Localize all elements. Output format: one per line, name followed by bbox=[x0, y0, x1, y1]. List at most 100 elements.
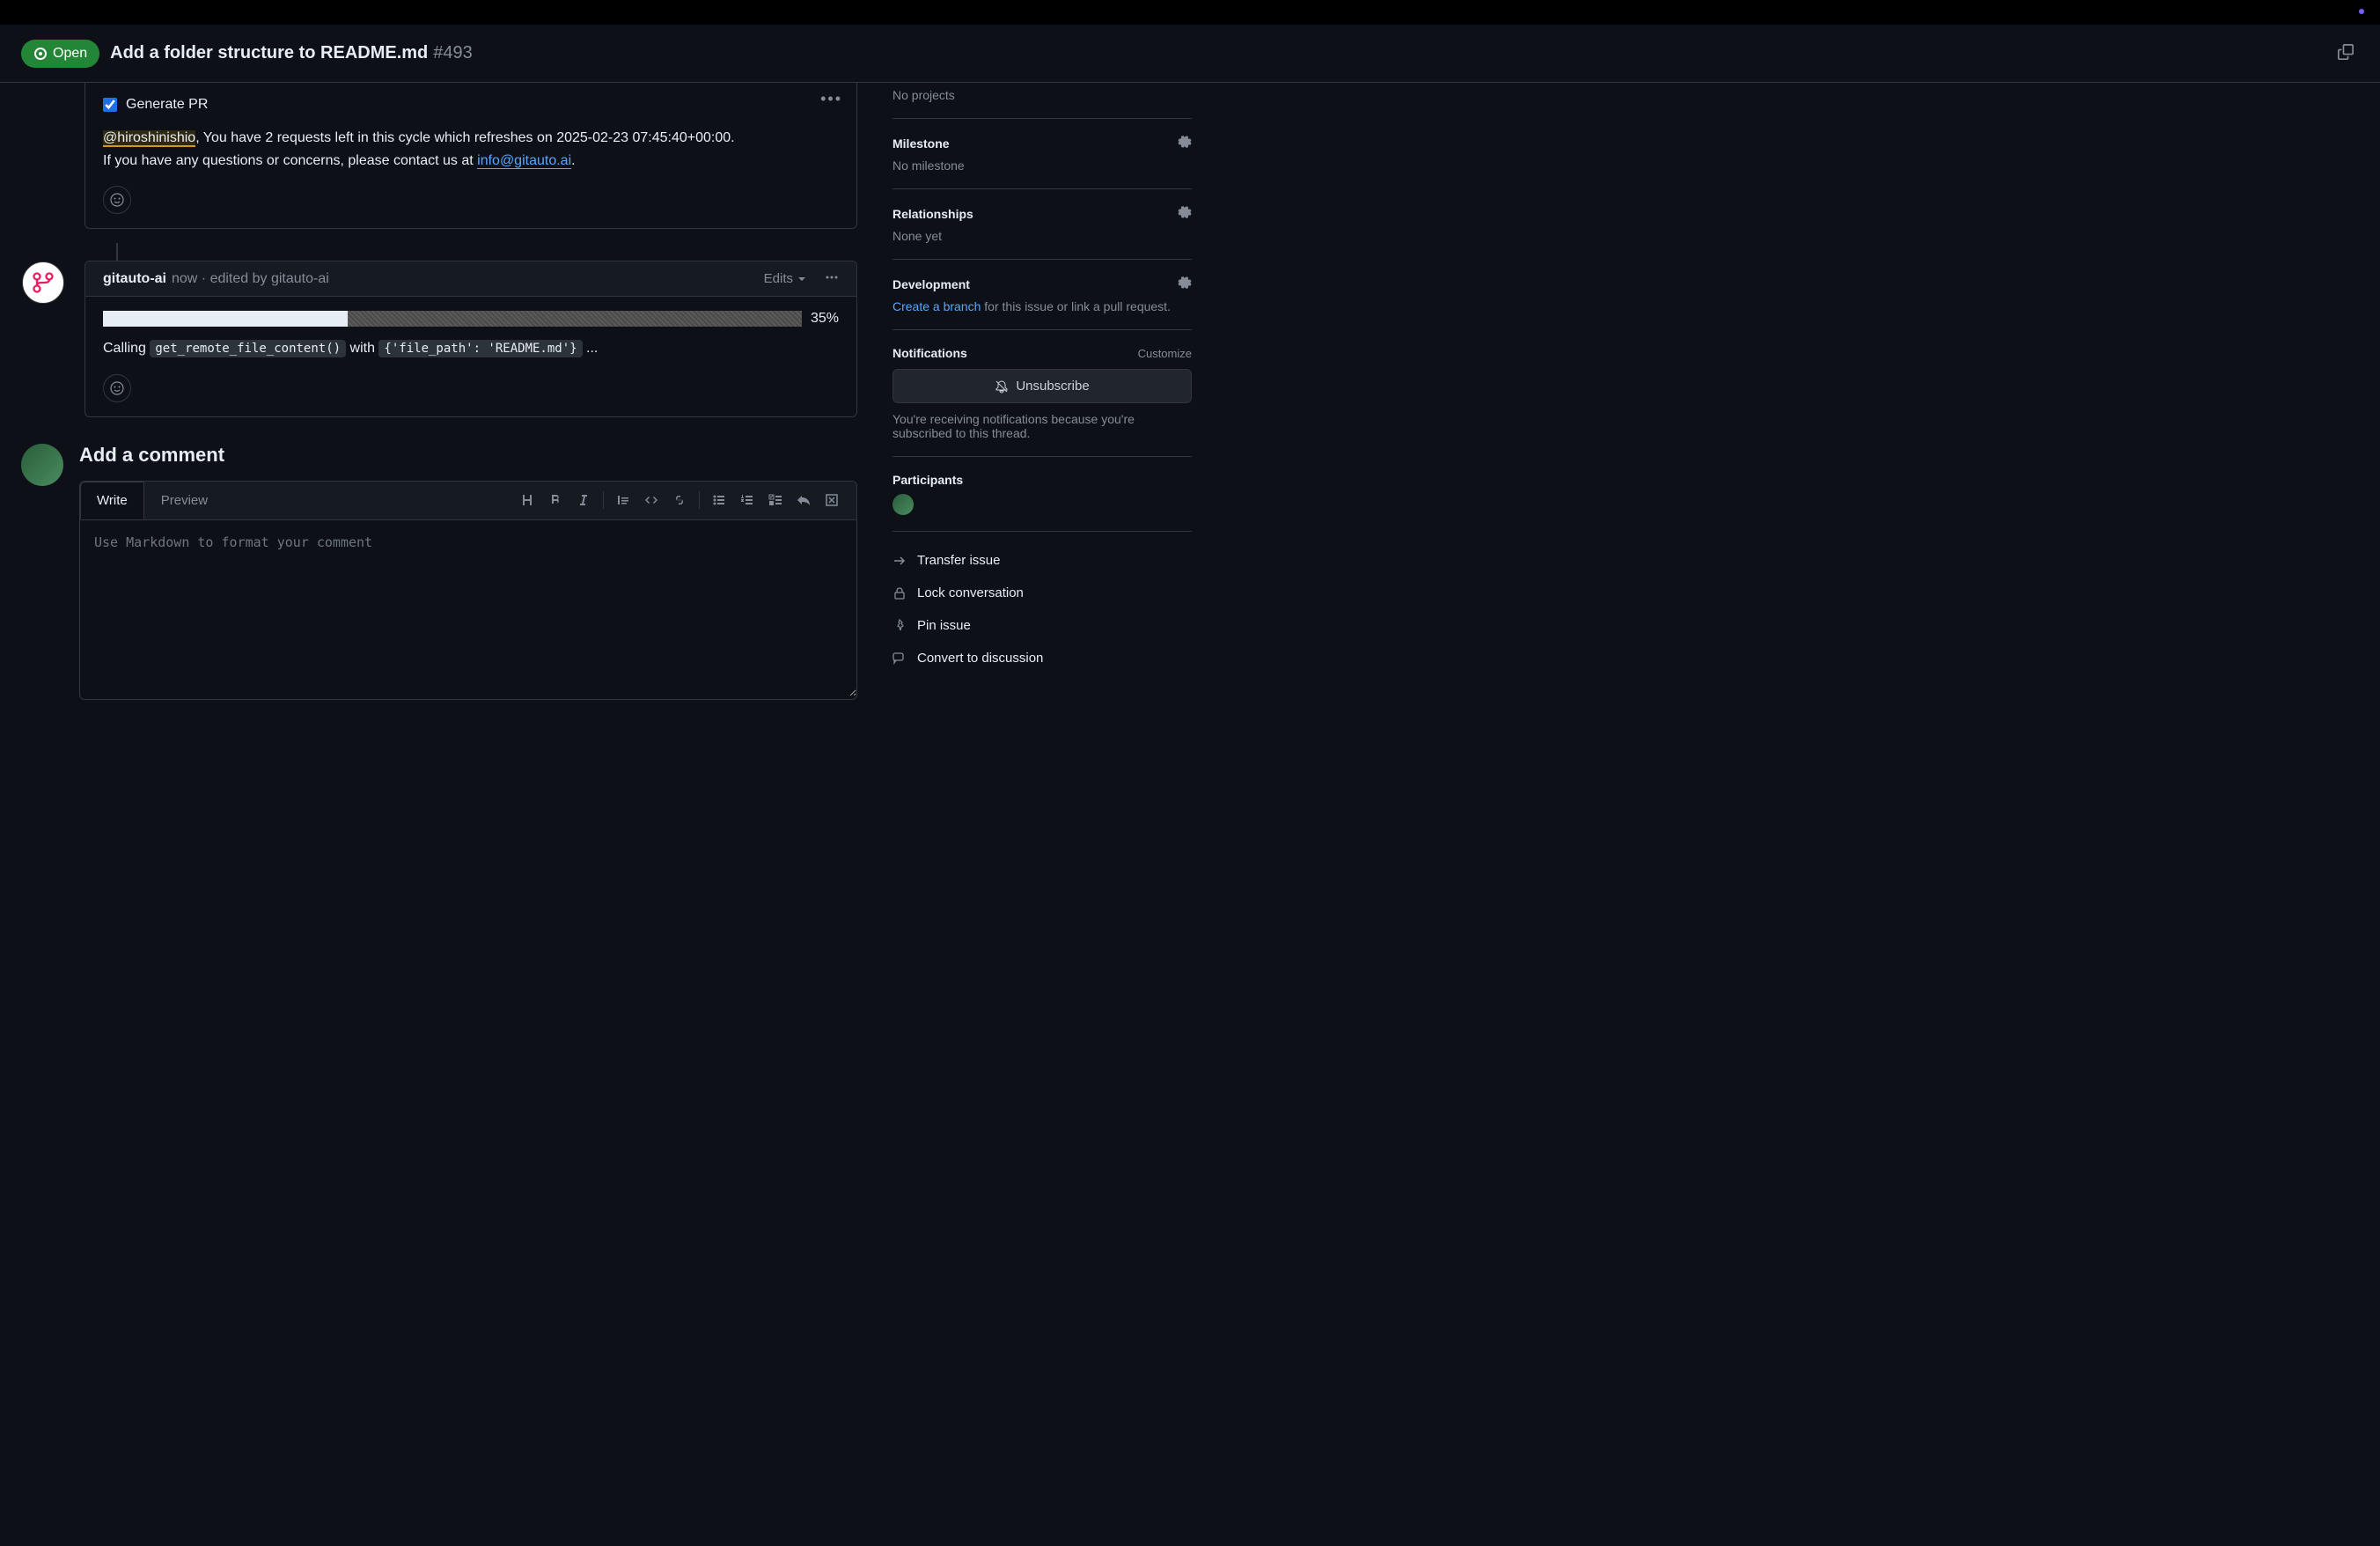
fullscreen-button[interactable] bbox=[818, 488, 846, 512]
pin-icon bbox=[892, 619, 907, 633]
comment-editor: Write Preview bbox=[79, 481, 857, 700]
fullscreen-icon bbox=[825, 493, 839, 507]
bold-button[interactable] bbox=[541, 488, 569, 512]
toolbar-divider bbox=[603, 491, 604, 509]
milestone-settings-button[interactable] bbox=[1178, 135, 1192, 151]
convert-discussion-button[interactable]: Convert to discussion bbox=[892, 642, 1192, 674]
link-button[interactable] bbox=[665, 488, 694, 512]
generate-pr-label: Generate PR bbox=[126, 97, 208, 113]
comment-text: @hiroshinishio, You have 2 requests left… bbox=[103, 127, 839, 172]
status-badge: Open bbox=[21, 40, 99, 68]
code-icon bbox=[644, 493, 658, 507]
no-projects-text: No projects bbox=[892, 88, 1192, 102]
copy-icon bbox=[2338, 44, 2354, 60]
ordered-list-button[interactable] bbox=[733, 488, 761, 512]
sidebar: No projects Milestone No milestone Relat… bbox=[857, 83, 1192, 700]
email-link[interactable]: info@gitauto.ai bbox=[477, 153, 571, 169]
development-settings-button[interactable] bbox=[1178, 276, 1192, 292]
function-args: {'file_path': 'README.md'} bbox=[378, 340, 582, 357]
editor-toolbar bbox=[513, 488, 856, 512]
comment-menu-button[interactable]: ••• bbox=[820, 90, 842, 108]
progress-bar bbox=[103, 311, 802, 327]
arrow-right-icon bbox=[892, 554, 907, 568]
participant-avatar[interactable] bbox=[892, 494, 914, 515]
toolbar-divider bbox=[699, 491, 700, 509]
issue-title: Add a folder structure to README.md bbox=[110, 43, 428, 63]
gear-icon bbox=[1178, 276, 1192, 290]
chevron-down-icon bbox=[797, 274, 807, 284]
sidebar-actions: Transfer issue Lock conversation Pin iss… bbox=[892, 532, 1192, 674]
window-indicator-dot bbox=[2359, 9, 2364, 14]
lock-conversation-button[interactable]: Lock conversation bbox=[892, 577, 1192, 609]
comment-textarea[interactable] bbox=[80, 520, 856, 696]
list-ul-icon bbox=[712, 493, 726, 507]
none-yet-text: None yet bbox=[892, 229, 1192, 243]
notifications-heading: Notifications bbox=[892, 346, 967, 360]
development-heading: Development bbox=[892, 277, 970, 291]
transfer-issue-button[interactable]: Transfer issue bbox=[892, 544, 1192, 577]
italic-button[interactable] bbox=[569, 488, 598, 512]
pin-issue-button[interactable]: Pin issue bbox=[892, 609, 1192, 642]
open-issue-icon bbox=[33, 47, 48, 61]
reply-button[interactable] bbox=[790, 488, 818, 512]
unordered-list-button[interactable] bbox=[705, 488, 733, 512]
user-mention[interactable]: @hiroshinishio bbox=[103, 130, 195, 147]
quote-icon bbox=[616, 493, 630, 507]
heading-button[interactable] bbox=[513, 488, 541, 512]
list-ol-icon bbox=[740, 493, 754, 507]
issue-number: #493 bbox=[433, 43, 473, 63]
smiley-icon bbox=[110, 381, 124, 395]
kebab-icon bbox=[825, 270, 839, 284]
bell-slash-icon bbox=[995, 379, 1009, 394]
progress-fill bbox=[103, 311, 348, 327]
comment-card-1: ••• Generate PR @hiroshinishio, You have… bbox=[84, 83, 857, 229]
tasklist-button[interactable] bbox=[761, 488, 790, 512]
tab-preview[interactable]: Preview bbox=[144, 482, 224, 519]
comment-author[interactable]: gitauto-ai bbox=[103, 271, 166, 287]
development-text: Create a branch for this issue or link a… bbox=[892, 299, 1192, 313]
edits-dropdown[interactable]: Edits bbox=[764, 271, 807, 286]
add-reaction-button[interactable] bbox=[103, 186, 131, 214]
function-name: get_remote_file_content() bbox=[150, 340, 346, 357]
milestone-heading: Milestone bbox=[892, 136, 950, 151]
add-comment-section: Add a comment Write Preview bbox=[21, 444, 857, 700]
bot-avatar[interactable] bbox=[22, 261, 64, 304]
comment-menu-button[interactable] bbox=[825, 270, 839, 287]
code-button[interactable] bbox=[637, 488, 665, 512]
progress-percent: 35% bbox=[811, 311, 839, 327]
customize-link[interactable]: Customize bbox=[1138, 347, 1192, 360]
git-branch-icon bbox=[31, 270, 55, 295]
participants-heading: Participants bbox=[892, 473, 1192, 487]
gear-icon bbox=[1178, 135, 1192, 149]
window-titlebar bbox=[0, 0, 2380, 25]
relationships-heading: Relationships bbox=[892, 207, 973, 221]
lock-icon bbox=[892, 586, 907, 600]
tab-write[interactable]: Write bbox=[80, 482, 144, 519]
italic-icon bbox=[577, 493, 591, 507]
add-reaction-button[interactable] bbox=[103, 374, 131, 402]
comment-card-2: gitauto-ai now · edited by gitauto-ai Ed… bbox=[84, 261, 857, 417]
tasklist-icon bbox=[768, 493, 782, 507]
smiley-icon bbox=[110, 193, 124, 207]
main-content: ••• Generate PR @hiroshinishio, You have… bbox=[21, 83, 857, 700]
gear-icon bbox=[1178, 205, 1192, 219]
no-milestone-text: No milestone bbox=[892, 158, 1192, 173]
generate-pr-checkbox[interactable] bbox=[103, 98, 117, 112]
quote-button[interactable] bbox=[609, 488, 637, 512]
comment-timestamp: now · edited by gitauto-ai bbox=[172, 271, 329, 287]
add-comment-heading: Add a comment bbox=[79, 444, 857, 467]
notification-reason-text: You're receiving notifications because y… bbox=[892, 412, 1192, 440]
create-branch-link[interactable]: Create a branch bbox=[892, 299, 981, 313]
reply-icon bbox=[797, 493, 811, 507]
unsubscribe-button[interactable]: Unsubscribe bbox=[892, 369, 1192, 403]
link-icon bbox=[672, 493, 687, 507]
discussion-icon bbox=[892, 652, 907, 666]
issue-header: Open Add a folder structure to README.md… bbox=[0, 25, 2380, 83]
timeline-connector bbox=[116, 243, 118, 261]
progress-status-text: Calling get_remote_file_content() with {… bbox=[103, 337, 839, 360]
relationships-settings-button[interactable] bbox=[1178, 205, 1192, 222]
copy-link-button[interactable] bbox=[2332, 39, 2359, 68]
progress-row: 35% bbox=[103, 311, 839, 327]
status-label: Open bbox=[53, 46, 87, 62]
current-user-avatar[interactable] bbox=[21, 444, 63, 486]
